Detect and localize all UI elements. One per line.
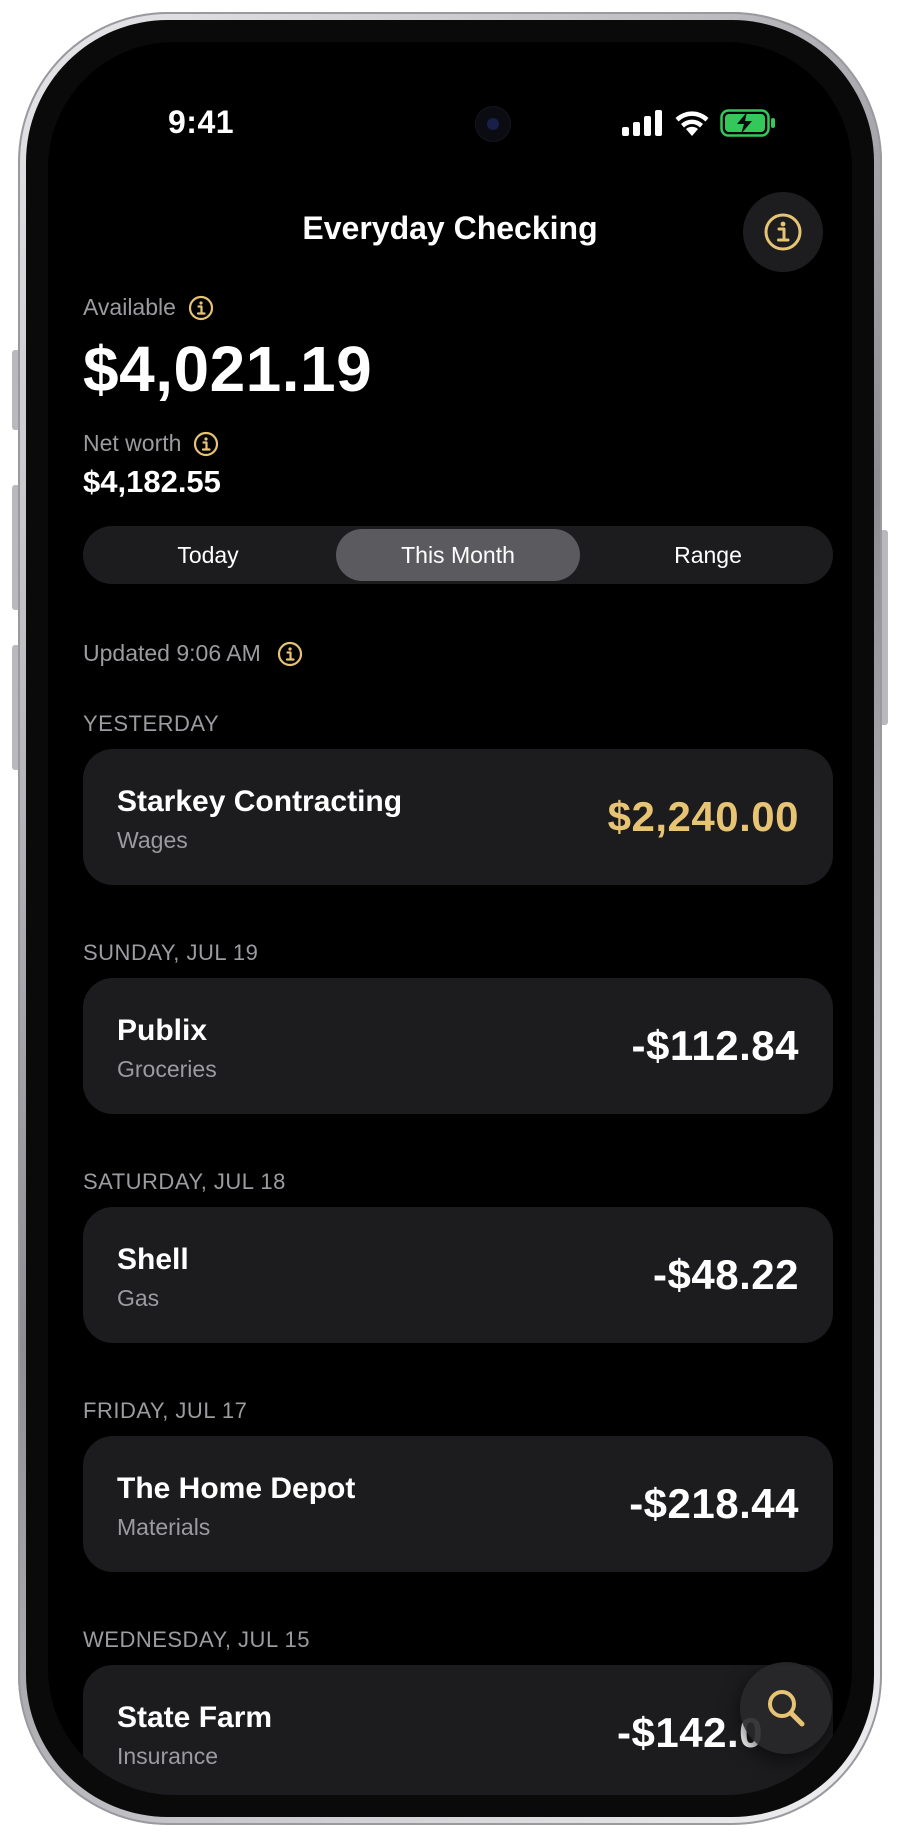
page-title: Everyday Checking	[302, 210, 598, 246]
transaction-merchant: Starkey Contracting	[117, 785, 403, 818]
segment-range[interactable]: Range	[586, 529, 830, 581]
transaction-card[interactable]: The Home Depot Materials -$218.44	[83, 1436, 833, 1572]
header: Everyday Checking	[48, 192, 852, 272]
wifi-icon	[675, 111, 709, 136]
net-worth-balance: $4,182.55	[83, 464, 221, 499]
info-icon	[764, 213, 802, 251]
transaction-category: Insurance	[117, 1743, 219, 1769]
status-icons	[622, 108, 776, 138]
transaction-card[interactable]: Shell Gas -$48.22	[83, 1207, 833, 1343]
available-label-row: Available	[83, 294, 214, 321]
transaction-amount: $2,240.00	[607, 793, 799, 840]
updated-row: Updated 9:06 AM	[83, 640, 303, 667]
screen: 9:41 Everyday Checking Available $4,021.…	[48, 42, 852, 1795]
period-segmented-control: Today This Month Range	[83, 526, 833, 584]
transaction-merchant: Shell	[117, 1243, 189, 1276]
available-label: Available	[83, 294, 176, 320]
transaction-amount: -$48.22	[653, 1251, 799, 1298]
front-camera	[476, 107, 510, 141]
net-worth-label-row: Net worth	[83, 430, 219, 457]
account-info-button[interactable]	[743, 192, 823, 272]
transaction-category: Materials	[117, 1514, 211, 1540]
section-header: SUNDAY, JUL 19	[83, 940, 259, 965]
transaction-category: Gas	[117, 1285, 160, 1311]
section-header: YESTERDAY	[83, 711, 220, 736]
search-button[interactable]	[740, 1662, 832, 1754]
net-worth-label: Net worth	[83, 430, 182, 456]
net-worth-info-icon[interactable]	[193, 431, 219, 457]
section-header: WEDNESDAY, JUL 15	[83, 1627, 310, 1652]
transaction-category: Wages	[117, 827, 188, 853]
search-icon	[768, 1690, 805, 1727]
status-bar: 9:41	[48, 42, 852, 161]
section-header: FRIDAY, JUL 17	[83, 1398, 248, 1423]
section-header: SATURDAY, JUL 18	[83, 1169, 286, 1194]
segment-today[interactable]: Today	[86, 529, 330, 581]
phone-bezel: 9:41 Everyday Checking Available $4,021.…	[26, 20, 874, 1817]
transaction-card[interactable]: Publix Groceries -$112.84	[83, 978, 833, 1114]
transaction-merchant: State Farm	[117, 1701, 273, 1734]
segment-this-month[interactable]: This Month	[336, 529, 580, 581]
updated-timestamp: Updated 9:06 AM	[83, 640, 261, 666]
available-info-icon[interactable]	[188, 295, 214, 321]
transaction-card[interactable]: Starkey Contracting Wages $2,240.00	[83, 749, 833, 885]
battery-charging-icon	[720, 109, 775, 137]
updated-info-icon[interactable]	[277, 641, 303, 667]
transaction-category: Groceries	[117, 1056, 217, 1082]
phone-frame: 9:41 Everyday Checking Available $4,021.…	[18, 12, 882, 1825]
transaction-amount: -$218.44	[629, 1480, 799, 1527]
transaction-merchant: The Home Depot	[117, 1472, 356, 1505]
transaction-amount: -$112.84	[631, 1022, 799, 1069]
transaction-card[interactable]: State Farm Insurance -$142.0	[83, 1665, 833, 1795]
status-time: 9:41	[168, 104, 235, 140]
cellular-signal-icon	[622, 110, 662, 136]
available-balance: $4,021.19	[83, 333, 373, 405]
transaction-merchant: Publix	[117, 1014, 208, 1047]
